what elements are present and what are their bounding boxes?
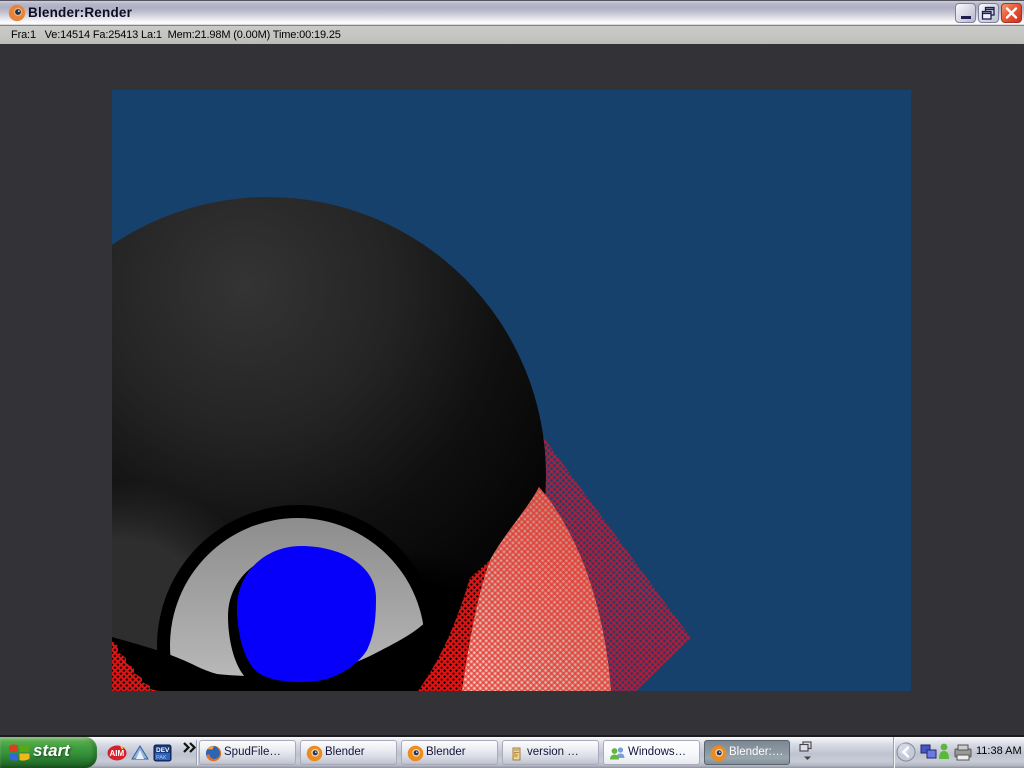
svg-text:AIM: AIM — [110, 749, 125, 758]
svg-text:PAK: PAK — [156, 755, 167, 761]
svg-text:DEV: DEV — [156, 747, 170, 754]
